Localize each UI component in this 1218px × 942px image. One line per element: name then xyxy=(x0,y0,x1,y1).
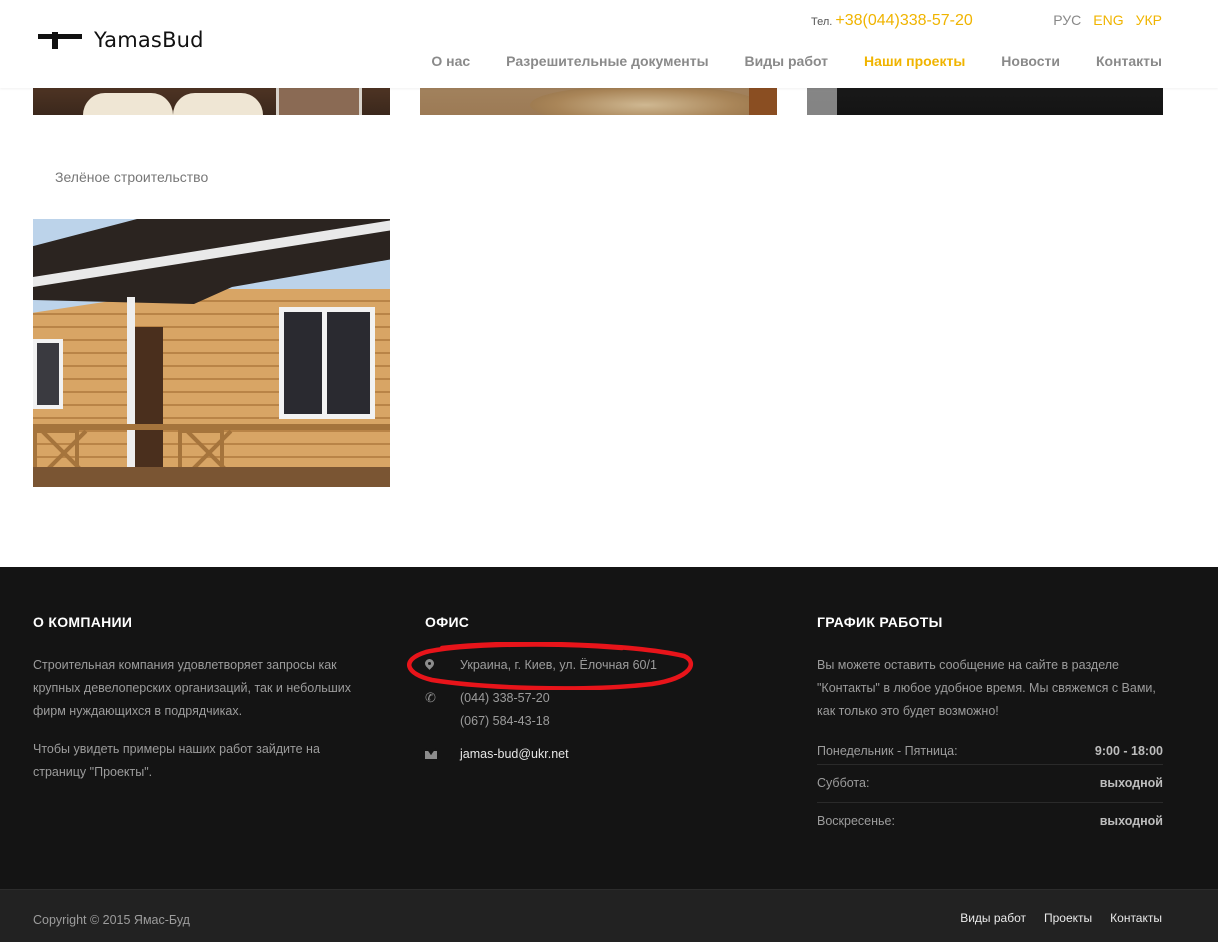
office-phones: ✆ (044) 338-57-20 (067) 584-43-18 xyxy=(425,687,550,733)
copyright: Copyright © 2015 Ямас-Буд xyxy=(33,913,190,927)
footer-nav: Виды работ Проекты Контакты xyxy=(960,911,1162,925)
footer-bottom-bar: Copyright © 2015 Ямас-Буд Виды работ Про… xyxy=(0,889,1218,942)
logo-icon xyxy=(38,28,82,52)
envelope-icon xyxy=(425,751,437,759)
hours-time: выходной xyxy=(1099,775,1163,790)
office-phone-1[interactable]: (044) 338-57-20 xyxy=(460,687,550,710)
hours-day: Суббота: xyxy=(817,775,870,790)
footer-about-title: О КОМПАНИИ xyxy=(33,614,133,630)
footer-schedule-title: ГРАФИК РАБОТЫ xyxy=(817,614,943,630)
lang-en[interactable]: ENG xyxy=(1093,12,1123,28)
phone-label: Тел. xyxy=(811,16,833,28)
gallery-category-title: Зелёное строительство xyxy=(55,169,209,185)
hours-time: выходной xyxy=(1099,814,1163,828)
phone-icon: ✆ xyxy=(425,690,436,705)
footer-nav-contacts[interactable]: Контакты xyxy=(1110,911,1162,925)
logo[interactable]: YamasBud xyxy=(38,28,204,52)
logo-text: YamasBud xyxy=(94,28,204,52)
office-email: jamas-bud@ukr.net xyxy=(425,743,569,766)
footer-about-text: Строительная компания удовлетворяет запр… xyxy=(33,658,352,718)
language-switcher: РУС ENG УКР xyxy=(1053,12,1162,28)
lang-ru[interactable]: РУС xyxy=(1053,12,1081,28)
working-hours-table: Понедельник - Пятница: 9:00 - 18:00 Субб… xyxy=(817,744,1163,841)
hours-row: Воскресенье: выходной xyxy=(817,803,1163,841)
hours-time: 9:00 - 18:00 xyxy=(1094,744,1163,758)
office-address-text: Украина, г. Киев, ул. Ёлочная 60/1 xyxy=(460,658,657,672)
footer-schedule-text: Вы можете оставить сообщение на сайте в … xyxy=(817,658,1156,718)
main-nav: О нас Разрешительные документы Виды рабо… xyxy=(431,53,1162,69)
header-phone: Тел. +38(044)338-57-20 xyxy=(811,12,973,30)
nav-about[interactable]: О нас xyxy=(431,53,470,69)
nav-contacts[interactable]: Контакты xyxy=(1096,53,1162,69)
nav-permits[interactable]: Разрешительные документы xyxy=(506,53,708,69)
hours-day: Понедельник - Пятница: xyxy=(817,744,958,758)
nav-projects[interactable]: Наши проекты xyxy=(864,53,965,69)
hours-row: Понедельник - Пятница: 9:00 - 18:00 xyxy=(817,744,1163,765)
office-phone-2[interactable]: (067) 584-43-18 xyxy=(460,710,550,733)
project-thumbnail-green-house[interactable] xyxy=(33,219,390,487)
footer-office-title: ОФИС xyxy=(425,614,470,630)
lang-ua[interactable]: УКР xyxy=(1136,12,1162,28)
nav-services[interactable]: Виды работ xyxy=(745,53,829,69)
site-footer: О КОМПАНИИ Строительная компания удовлет… xyxy=(0,567,1218,889)
footer-nav-services[interactable]: Виды работ xyxy=(960,911,1026,925)
phone-number[interactable]: +38(044)338-57-20 xyxy=(835,12,972,29)
footer-nav-projects[interactable]: Проекты xyxy=(1044,911,1092,925)
office-email-link[interactable]: jamas-bud@ukr.net xyxy=(460,743,569,766)
hours-day: Воскресенье: xyxy=(817,814,895,828)
nav-news[interactable]: Новости xyxy=(1001,53,1060,69)
location-pin-icon xyxy=(425,659,434,671)
hours-row: Суббота: выходной xyxy=(817,765,1163,803)
footer-about-projects-text: Чтобы увидеть примеры наших работ зайдит… xyxy=(33,742,320,779)
office-address: Украина, г. Киев, ул. Ёлочная 60/1 xyxy=(425,654,657,677)
site-header: YamasBud Тел. +38(044)338-57-20 РУС ENG У… xyxy=(0,0,1218,88)
